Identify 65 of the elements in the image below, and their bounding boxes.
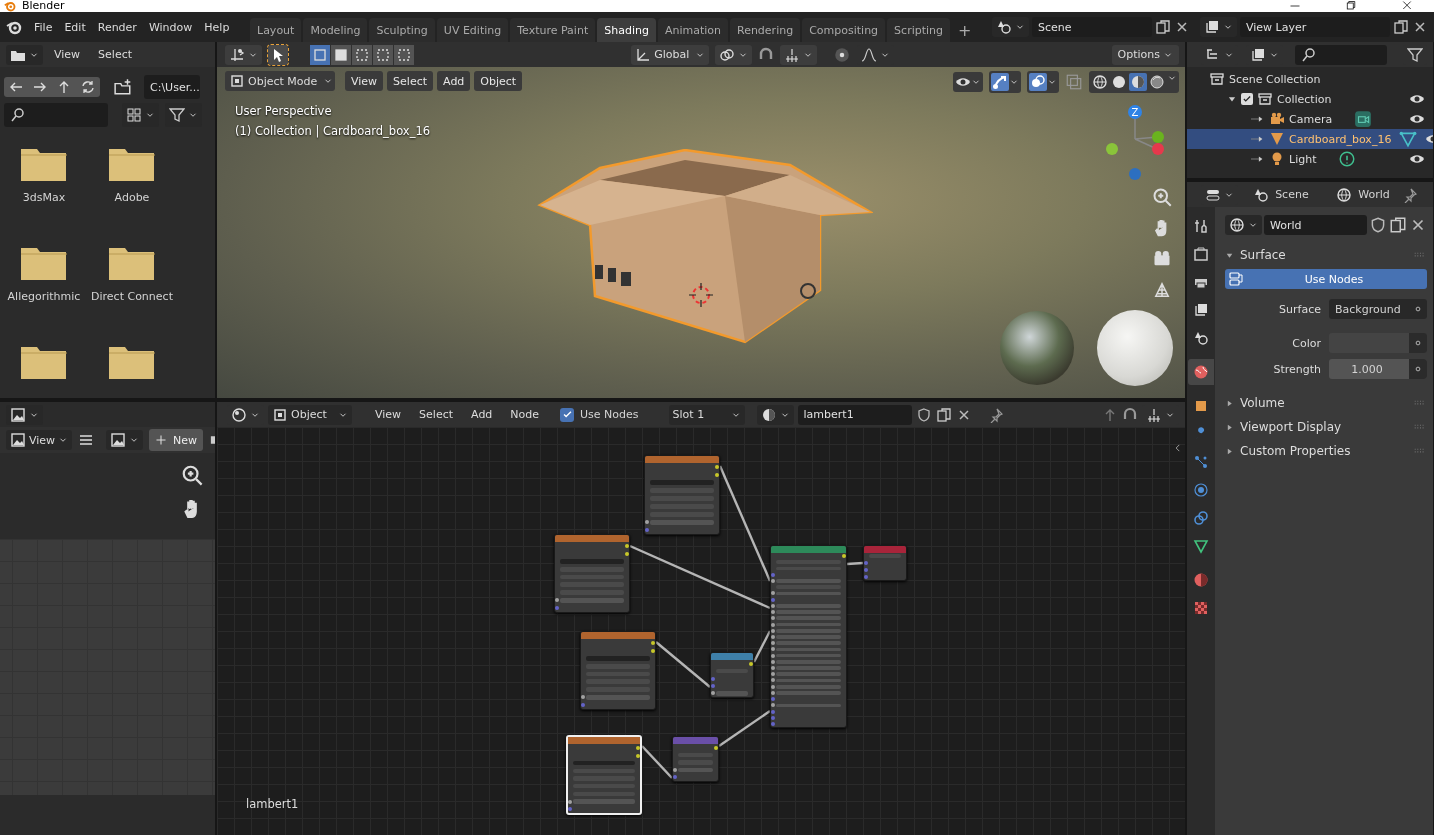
workspace-tab[interactable]: Animation [657, 18, 728, 42]
scene-field[interactable]: Scene [1032, 17, 1152, 37]
panel-header[interactable]: Viewport Display [1225, 415, 1427, 439]
field-label: Color [1291, 336, 1321, 350]
menu-item[interactable]: View [368, 404, 409, 425]
menu-item[interactable]: Add [464, 404, 500, 425]
outliner-item[interactable]: Camera [1187, 109, 1433, 129]
mode-dropdown[interactable]: Object Mode [225, 71, 335, 91]
menu-item[interactable]: View [47, 44, 88, 65]
menu-item[interactable]: Node [503, 404, 547, 425]
outliner-item[interactable]: Scene Collection [1187, 69, 1433, 89]
panel-header[interactable]: Custom Properties [1225, 439, 1427, 463]
material-name-field[interactable]: lambert1 [797, 404, 912, 425]
workspace-tab[interactable]: Scripting [887, 18, 951, 42]
add-workspace-button[interactable]: + [952, 18, 978, 42]
menu-item[interactable]: Render [91, 17, 143, 37]
window-title: Blender [22, 0, 65, 12]
use-nodes-checkbox[interactable]: Use Nodes [560, 407, 639, 422]
new-image-button[interactable]: New [149, 429, 204, 451]
use-nodes-button[interactable]: Use Nodes [1225, 269, 1427, 289]
panel-header[interactable]: Volume [1225, 391, 1427, 415]
folder-name: 3dsMax [22, 191, 66, 204]
view-dropdown[interactable]: View [6, 430, 73, 450]
orientation-dropdown[interactable]: Global [631, 44, 710, 65]
menu-item[interactable]: Add [437, 71, 471, 91]
folder-name: Direct Connect [91, 290, 173, 303]
number-field[interactable]: 1.000 [1329, 359, 1427, 379]
outliner-item[interactable]: Cardboard_box_16 [1187, 129, 1433, 149]
outliner-item[interactable]: Collection [1187, 89, 1433, 109]
menu-item[interactable]: Edit [58, 17, 92, 37]
workspace-tab[interactable]: Texture Paint [510, 18, 596, 42]
menu-item[interactable]: View [345, 71, 384, 91]
menu-item[interactable]: Object [474, 71, 523, 91]
menu-item[interactable]: File [28, 17, 59, 37]
path-field[interactable]: C:\User... [144, 75, 200, 99]
panel-header[interactable]: Surface [1225, 243, 1427, 267]
options-dropdown[interactable]: Options [1111, 44, 1179, 65]
workspace-tab[interactable]: Sculpting [369, 18, 435, 42]
field-label: Surface [1278, 302, 1321, 316]
surface-shader-dropdown[interactable]: Background [1329, 299, 1427, 319]
folder-name: Adobe [114, 191, 150, 204]
workspace-tab[interactable]: Layout [250, 18, 302, 42]
viewport-info-text: (1) Collection | Cardboard_box_16 [235, 123, 431, 140]
slot-dropdown[interactable]: Slot 1 [668, 404, 745, 425]
shader-type-dropdown[interactable]: Object [268, 404, 352, 425]
material-name-label: lambert1 [246, 797, 299, 811]
workspace-tab[interactable]: Rendering [730, 18, 801, 42]
workspace-tab[interactable]: Shading [597, 18, 656, 42]
folder-name: Allegorithmic [7, 290, 81, 303]
menu-item[interactable]: Window [142, 17, 199, 37]
workspace-tab[interactable]: Modeling [303, 18, 368, 42]
menu-item[interactable]: Select [412, 404, 461, 425]
context-scene-label: Scene [1253, 186, 1309, 203]
navigation-gizmo-drawing[interactable]: Z [1101, 102, 1165, 182]
workspace-tab[interactable]: Compositing [802, 18, 886, 42]
view-layer-field[interactable]: View Layer [1240, 17, 1390, 37]
world-name-field[interactable]: World [1264, 215, 1367, 235]
context-world-label: World [1336, 186, 1390, 203]
outliner-item[interactable]: Light [1187, 149, 1433, 169]
menu-item[interactable]: Select [387, 71, 434, 91]
menu-item[interactable]: Help [198, 17, 236, 37]
field-label: Strength [1272, 362, 1321, 376]
viewport-info-text: User Perspective [235, 103, 333, 120]
workspace-tab[interactable]: UV Editing [436, 18, 509, 42]
menu-item[interactable]: Select [91, 44, 140, 65]
